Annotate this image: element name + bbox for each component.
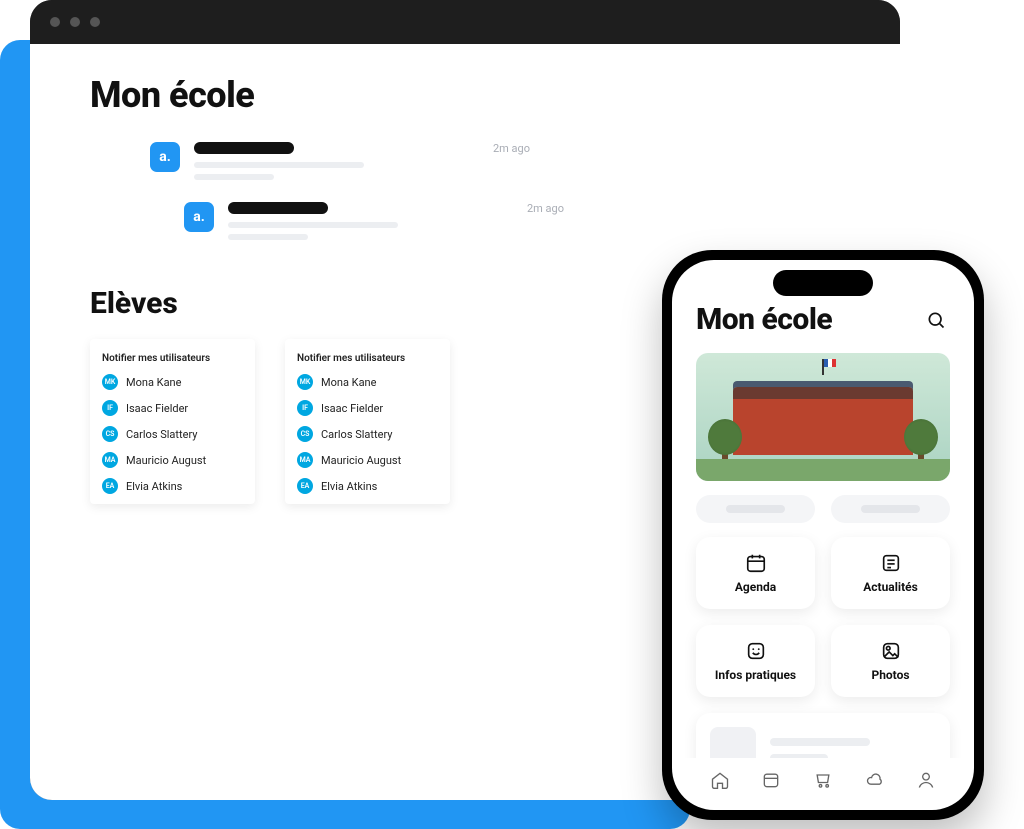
nav-cart[interactable] [809, 766, 837, 794]
user-row[interactable]: IF Isaac Fielder [297, 400, 438, 416]
school-hero-image [696, 353, 950, 481]
user-row[interactable]: EA Elvia Atkins [102, 478, 243, 494]
page-title: Mon école [90, 74, 840, 116]
user-row[interactable]: MK Mona Kane [102, 374, 243, 390]
notification-list: a. 2m ago a. 2m ago [150, 142, 840, 246]
search-icon [926, 310, 946, 330]
user-name: Elvia Atkins [321, 480, 377, 493]
news-icon [880, 552, 902, 574]
card-thumbnail-placeholder [710, 727, 756, 758]
notification-body [228, 202, 564, 246]
bottom-nav [672, 758, 974, 810]
window-dot [50, 17, 60, 27]
user-row[interactable]: MA Mauricio August [297, 452, 438, 468]
notification-line-placeholder [194, 162, 364, 168]
nav-cloud[interactable] [861, 766, 889, 794]
user-avatar: MA [102, 452, 118, 468]
notification-time: 2m ago [527, 202, 564, 215]
user-row[interactable]: CS Carlos Slattery [297, 426, 438, 442]
user-avatar: CS [102, 426, 118, 442]
calendar-nav-icon [761, 770, 781, 790]
notification-line-placeholder [194, 174, 274, 180]
tile-photos[interactable]: Photos [831, 625, 950, 697]
nav-home[interactable] [706, 766, 734, 794]
notification-title-placeholder [194, 142, 294, 154]
phone-notch [773, 270, 873, 296]
user-row[interactable]: MA Mauricio August [102, 452, 243, 468]
user-avatar: MK [297, 374, 313, 390]
tile-infos-pratiques[interactable]: Infos pratiques [696, 625, 815, 697]
user-card: Notifier mes utilisateurs MK Mona Kane I… [285, 339, 450, 504]
user-avatar: EA [102, 478, 118, 494]
bottom-card[interactable] [696, 713, 950, 758]
user-row[interactable]: CS Carlos Slattery [102, 426, 243, 442]
window-dot [70, 17, 80, 27]
cart-icon [813, 770, 833, 790]
notification-avatar: a. [184, 202, 214, 232]
phone-content: Agenda Actualités Infos pratiques Photos [672, 347, 974, 758]
line-placeholder [770, 738, 870, 746]
tile-agenda[interactable]: Agenda [696, 537, 815, 609]
notification-item[interactable]: a. 2m ago [184, 202, 564, 246]
card-lines [770, 727, 936, 758]
tile-grid: Agenda Actualités Infos pratiques Photos [696, 537, 950, 697]
tile-label: Infos pratiques [715, 668, 796, 682]
tile-label: Photos [871, 668, 909, 682]
notification-avatar: a. [150, 142, 180, 172]
notification-line-placeholder [228, 234, 308, 240]
user-name: Mauricio August [321, 454, 401, 467]
user-avatar: MA [297, 452, 313, 468]
user-card-title: Notifier mes utilisateurs [102, 353, 243, 364]
notification-item[interactable]: a. 2m ago [150, 142, 530, 186]
smile-icon [745, 640, 767, 662]
nav-profile[interactable] [912, 766, 940, 794]
notification-title-placeholder [228, 202, 328, 214]
window-dot [90, 17, 100, 27]
user-row[interactable]: IF Isaac Fielder [102, 400, 243, 416]
user-name: Carlos Slattery [321, 428, 392, 441]
user-avatar: IF [297, 400, 313, 416]
tree-icon [904, 419, 938, 469]
notification-body [194, 142, 530, 186]
phone-screen: Mon école Agenda [672, 260, 974, 810]
user-name: Isaac Fielder [321, 402, 383, 415]
user-row[interactable]: MK Mona Kane [297, 374, 438, 390]
user-name: Mauricio August [126, 454, 206, 467]
notification-line-placeholder [228, 222, 398, 228]
browser-titlebar [30, 0, 900, 44]
notification-time: 2m ago [493, 142, 530, 155]
tile-label: Actualités [863, 580, 918, 594]
calendar-icon [745, 552, 767, 574]
user-name: Elvia Atkins [126, 480, 182, 493]
pill-placeholder[interactable] [831, 495, 950, 523]
nav-calendar[interactable] [757, 766, 785, 794]
user-name: Mona Kane [126, 376, 181, 389]
search-button[interactable] [922, 306, 950, 334]
photo-icon [880, 640, 902, 662]
user-avatar: IF [102, 400, 118, 416]
user-name: Mona Kane [321, 376, 376, 389]
phone-device: Mon école Agenda [662, 250, 984, 820]
flag-icon [822, 359, 824, 375]
home-icon [710, 770, 730, 790]
tile-actualites[interactable]: Actualités [831, 537, 950, 609]
profile-icon [916, 770, 936, 790]
tile-label: Agenda [735, 580, 776, 594]
user-row[interactable]: EA Elvia Atkins [297, 478, 438, 494]
tree-icon [708, 419, 742, 469]
user-card-title: Notifier mes utilisateurs [297, 353, 438, 364]
user-card: Notifier mes utilisateurs MK Mona Kane I… [90, 339, 255, 504]
phone-title: Mon école [696, 302, 832, 337]
pill-row [696, 495, 950, 523]
user-name: Carlos Slattery [126, 428, 197, 441]
user-avatar: EA [297, 478, 313, 494]
cloud-icon [865, 770, 885, 790]
pill-placeholder[interactable] [696, 495, 815, 523]
user-avatar: CS [297, 426, 313, 442]
user-avatar: MK [102, 374, 118, 390]
user-name: Isaac Fielder [126, 402, 188, 415]
